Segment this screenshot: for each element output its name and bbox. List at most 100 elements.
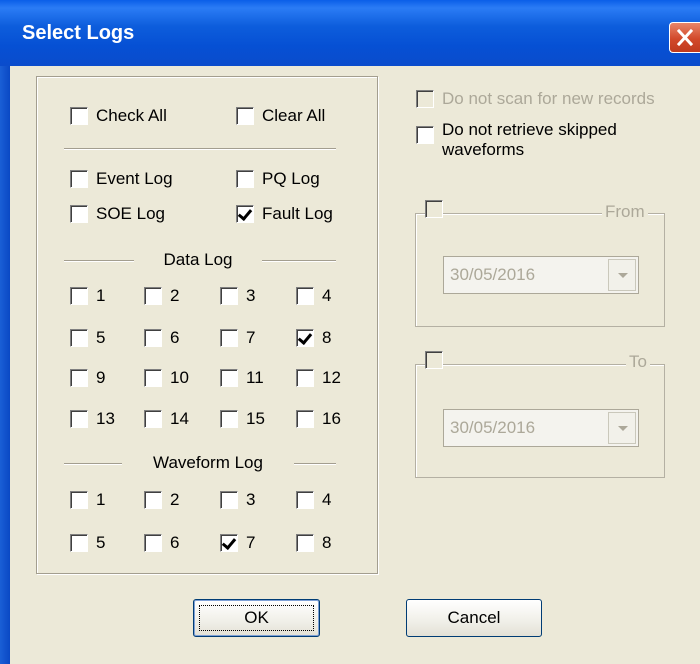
- pq-log-checkbox[interactable]: PQ Log: [236, 169, 320, 189]
- checkbox-box[interactable]: [70, 491, 88, 509]
- checkbox-box[interactable]: [236, 205, 254, 223]
- no-retrieve-label: Do not retrieve skipped waveforms: [442, 120, 617, 160]
- checkbox-box[interactable]: [144, 410, 162, 428]
- data-log-label-11: 11: [246, 368, 264, 387]
- to-enable-checkbox[interactable]: [425, 351, 443, 369]
- checkbox-box[interactable]: [144, 491, 162, 509]
- data-log-checkbox-6[interactable]: 6: [144, 328, 179, 348]
- no-retrieve-label-line2: waveforms: [442, 140, 525, 159]
- divider: [64, 148, 336, 150]
- checkbox-box[interactable]: [144, 534, 162, 552]
- data-log-checkbox-2[interactable]: 2: [144, 286, 179, 306]
- data-log-checkbox-5[interactable]: 5: [70, 328, 105, 348]
- checkbox-box[interactable]: [220, 287, 238, 305]
- waveform-log-checkbox-3[interactable]: 3: [220, 490, 255, 510]
- checkbox-box[interactable]: [70, 410, 88, 428]
- checkbox-box[interactable]: [296, 410, 314, 428]
- divider: [294, 463, 336, 465]
- checkbox-box[interactable]: [70, 329, 88, 347]
- data-log-checkbox-15[interactable]: 15: [220, 409, 265, 429]
- checkbox-box[interactable]: [425, 351, 443, 369]
- data-log-checkbox-13[interactable]: 13: [70, 409, 115, 429]
- check-all-checkbox[interactable]: Check All: [70, 106, 167, 126]
- checkbox-box[interactable]: [236, 170, 254, 188]
- checkbox-box[interactable]: [296, 534, 314, 552]
- waveform-log-label-5: 5: [96, 533, 106, 552]
- waveform-log-checkbox-4[interactable]: 4: [296, 490, 331, 510]
- checkbox-box[interactable]: [70, 287, 88, 305]
- chevron-down-icon[interactable]: [608, 412, 636, 444]
- fault-log-label: Fault Log: [262, 204, 333, 223]
- no-scan-label: Do not scan for new records: [442, 89, 655, 108]
- data-log-label-6: 6: [170, 328, 180, 347]
- waveform-log-checkbox-1[interactable]: 1: [70, 490, 105, 510]
- data-log-checkbox-16[interactable]: 16: [296, 409, 341, 429]
- checkbox-box[interactable]: [296, 287, 314, 305]
- event-log-label: Event Log: [96, 169, 173, 188]
- waveform-log-checkbox-5[interactable]: 5: [70, 533, 105, 553]
- data-log-checkbox-11[interactable]: 11: [220, 368, 264, 388]
- checkbox-box[interactable]: [425, 200, 443, 218]
- clear-all-checkbox[interactable]: Clear All: [236, 106, 325, 126]
- waveform-log-checkbox-8[interactable]: 8: [296, 533, 331, 553]
- data-log-label-14: 14: [170, 409, 189, 428]
- to-date-picker[interactable]: 30/05/2016: [443, 409, 639, 447]
- checkbox-box[interactable]: [220, 491, 238, 509]
- checkbox-box[interactable]: [144, 329, 162, 347]
- no-retrieve-checkbox[interactable]: Do not retrieve skipped waveforms: [416, 120, 617, 160]
- waveform-log-checkbox-6[interactable]: 6: [144, 533, 179, 553]
- focus-rect: [199, 605, 314, 631]
- ok-button[interactable]: OK: [193, 599, 320, 637]
- no-scan-checkbox[interactable]: Do not scan for new records: [416, 89, 655, 109]
- checkbox-box[interactable]: [296, 491, 314, 509]
- checkbox-box[interactable]: [70, 369, 88, 387]
- data-log-label-3: 3: [246, 286, 256, 305]
- data-log-checkbox-14[interactable]: 14: [144, 409, 189, 429]
- checkbox-box[interactable]: [236, 107, 254, 125]
- cancel-label: Cancel: [447, 608, 501, 627]
- data-log-checkbox-12[interactable]: 12: [296, 368, 341, 388]
- checkbox-box[interactable]: [296, 369, 314, 387]
- data-log-checkbox-9[interactable]: 9: [70, 368, 105, 388]
- data-log-checkbox-1[interactable]: 1: [70, 286, 105, 306]
- event-log-checkbox[interactable]: Event Log: [70, 169, 173, 189]
- checkbox-box[interactable]: [296, 329, 314, 347]
- checkbox-box[interactable]: [416, 126, 434, 144]
- waveform-log-label-4: 4: [322, 490, 332, 509]
- from-enable-checkbox[interactable]: [425, 200, 443, 218]
- close-button[interactable]: [669, 22, 700, 53]
- to-label: To: [626, 352, 650, 372]
- data-log-label-1: 1: [96, 286, 106, 305]
- waveform-log-label-6: 6: [170, 533, 180, 552]
- checkbox-box[interactable]: [416, 90, 434, 108]
- divider: [64, 463, 122, 465]
- fault-log-checkbox[interactable]: Fault Log: [236, 204, 333, 224]
- waveform-log-checkbox-2[interactable]: 2: [144, 490, 179, 510]
- data-log-checkbox-8[interactable]: 8: [296, 328, 331, 348]
- checkbox-box[interactable]: [220, 534, 238, 552]
- data-log-label-8: 8: [322, 328, 332, 347]
- checkbox-box[interactable]: [220, 410, 238, 428]
- data-log-checkbox-4[interactable]: 4: [296, 286, 331, 306]
- no-retrieve-label-line1: Do not retrieve skipped: [442, 120, 617, 139]
- checkbox-box[interactable]: [220, 329, 238, 347]
- data-log-checkbox-3[interactable]: 3: [220, 286, 255, 306]
- soe-log-checkbox[interactable]: SOE Log: [70, 204, 165, 224]
- waveform-log-label-7: 7: [246, 533, 256, 552]
- checkbox-box[interactable]: [70, 534, 88, 552]
- data-log-checkbox-7[interactable]: 7: [220, 328, 255, 348]
- checkbox-box[interactable]: [70, 107, 88, 125]
- waveform-log-checkbox-7[interactable]: 7: [220, 533, 255, 553]
- data-log-checkbox-10[interactable]: 10: [144, 368, 189, 388]
- checkbox-box[interactable]: [220, 369, 238, 387]
- checkbox-box[interactable]: [144, 369, 162, 387]
- data-log-heading: Data Log: [163, 250, 233, 269]
- checkbox-box[interactable]: [70, 170, 88, 188]
- data-log-label-2: 2: [170, 286, 180, 305]
- checkbox-box[interactable]: [70, 205, 88, 223]
- from-date-picker[interactable]: 30/05/2016: [443, 256, 639, 294]
- divider: [64, 260, 134, 262]
- cancel-button[interactable]: Cancel: [406, 599, 542, 637]
- chevron-down-icon[interactable]: [608, 259, 636, 291]
- checkbox-box[interactable]: [144, 287, 162, 305]
